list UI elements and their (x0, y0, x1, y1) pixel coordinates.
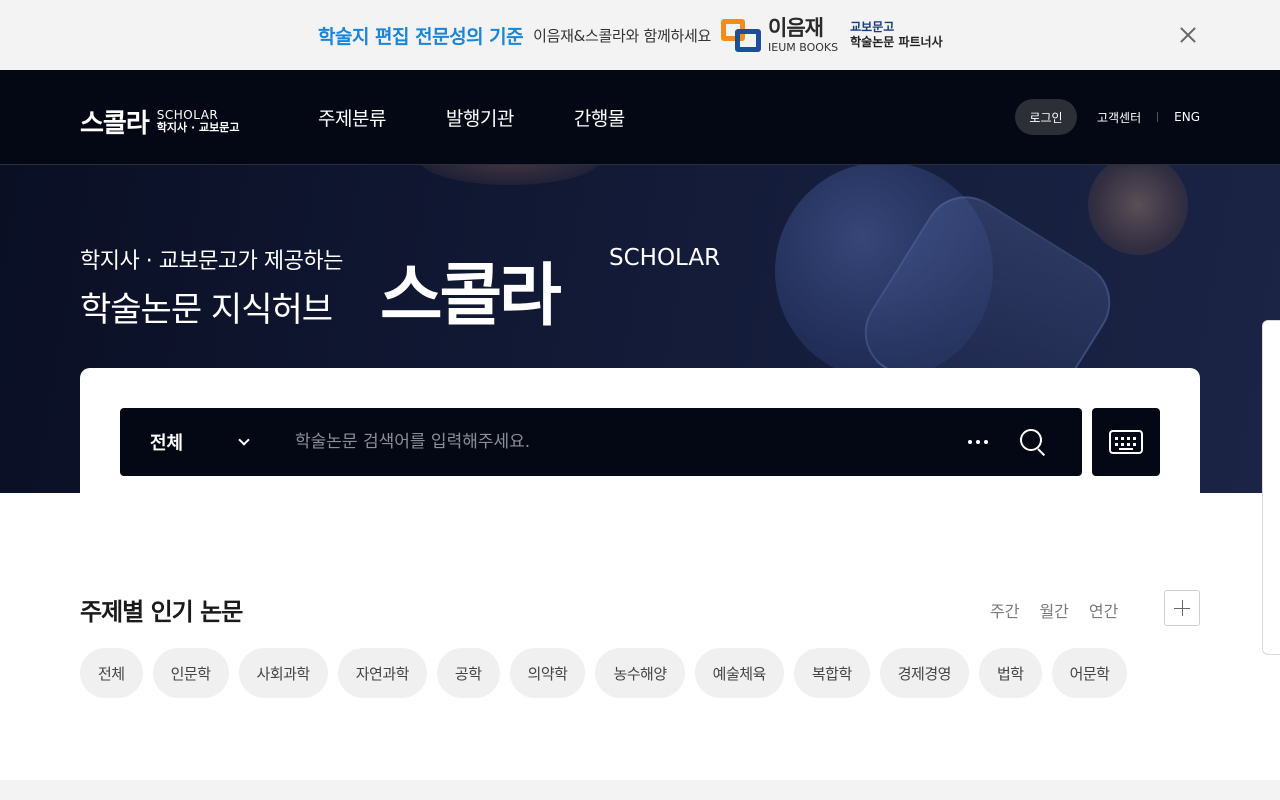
scholar-logo[interactable]: 스콜라 SCHOLAR 학지사 · 교보문고 (80, 103, 239, 140)
login-button[interactable]: 로그인 (1014, 99, 1077, 135)
period-tabs: 주간 월간 연간 (990, 598, 1138, 622)
decorative-glow (420, 165, 600, 185)
section-title-popular-papers: 주제별 인기 논문 (80, 598, 243, 626)
category-chip-natural-science[interactable]: 자연과학 (337, 648, 427, 698)
category-chip-social-science[interactable]: 사회과학 (238, 648, 328, 698)
promo-partner-bottom: 학술논문 파트너사 (850, 35, 943, 49)
hero-brand: 스콜라 (380, 257, 562, 336)
category-chip-agriculture[interactable]: 농수해양 (595, 648, 685, 698)
utility-menu: 로그인 고객센터 ENG (1014, 99, 1200, 135)
promo-brand-en: IEUM BOOKS (768, 40, 839, 54)
side-quick-panel[interactable] (1262, 320, 1280, 655)
nav-publications[interactable]: 간행물 (574, 104, 625, 131)
language-toggle[interactable]: ENG (1174, 110, 1200, 124)
promo-highlight: 학술지 편집 전문성의 기준 (318, 25, 524, 48)
search-panel: 전체 (80, 368, 1200, 493)
promo-brand-ko: 이음재 (768, 15, 824, 40)
promo-partner-top: 교보문고 (850, 20, 895, 34)
category-chip-medicine[interactable]: 의약학 (509, 648, 586, 698)
footer-strip (0, 780, 1280, 800)
category-chip-linguistics[interactable]: 어문학 (1051, 648, 1128, 698)
site-header: 스콜라 SCHOLAR 학지사 · 교보문고 주제분류 발행기관 간행물 로그인… (0, 70, 1280, 165)
tab-yearly[interactable]: 연간 (1089, 598, 1118, 622)
hero-title: 학술논문 지식허브 (80, 290, 333, 330)
keyboard-icon (1109, 430, 1143, 454)
chevron-down-icon (238, 434, 250, 446)
category-chip-economics[interactable]: 경제경영 (879, 648, 969, 698)
ieum-books-logo: 이음재 IEUM BOOKS (721, 17, 838, 53)
promo-partner: 교보문고 학술논문 파트너사 (850, 20, 943, 50)
search-icon[interactable] (1018, 427, 1048, 457)
nav-publishers[interactable]: 발행기관 (446, 104, 514, 131)
category-chip-engineering[interactable]: 공학 (436, 648, 500, 698)
category-chip-interdisciplinary[interactable]: 복합학 (793, 648, 870, 698)
more-options-icon[interactable] (968, 440, 988, 444)
category-chip-all[interactable]: 전체 (80, 648, 143, 698)
search-scope-label: 전체 (150, 433, 184, 454)
search-scope-select[interactable]: 전체 (120, 429, 270, 455)
search-bar: 전체 (120, 408, 1082, 476)
hero-brand-en: SCHOLAR (609, 245, 721, 271)
virtual-keyboard-button[interactable] (1092, 408, 1160, 476)
divider (1157, 112, 1159, 122)
main-nav: 주제분류 발행기관 간행물 (318, 104, 685, 131)
logo-partner: 학지사 · 교보문고 (156, 121, 240, 135)
promo-content[interactable]: 학술지 편집 전문성의 기준 이음재&스콜라와 함께하세요 이음재 IEUM B… (318, 0, 943, 70)
promo-banner[interactable]: 학술지 편집 전문성의 기준 이음재&스콜라와 함께하세요 이음재 IEUM B… (0, 0, 1280, 70)
category-chips: 전체 인문학 사회과학 자연과학 공학 의약학 농수해양 예술체육 복합학 경제… (80, 648, 1137, 698)
tab-monthly[interactable]: 월간 (1039, 598, 1068, 622)
search-input[interactable] (270, 408, 968, 476)
nav-subject-classification[interactable]: 주제분류 (318, 104, 386, 131)
category-chip-law[interactable]: 법학 (978, 648, 1042, 698)
tab-weekly[interactable]: 주간 (990, 598, 1019, 622)
hero-subtitle: 학지사 · 교보문고가 제공하는 (80, 249, 343, 274)
category-chip-humanities[interactable]: 인문학 (152, 648, 229, 698)
decorative-sphere-small (1088, 165, 1188, 255)
customer-center-link[interactable]: 고객센터 (1097, 109, 1141, 126)
ieum-logo-icon (721, 17, 763, 53)
more-button[interactable] (1164, 590, 1200, 626)
category-chip-arts-sports[interactable]: 예술체육 (694, 648, 784, 698)
logo-text: 스콜라 (80, 109, 150, 139)
promo-text: 이음재&스콜라와 함께하세요 (533, 26, 711, 45)
close-icon[interactable] (1176, 23, 1200, 47)
